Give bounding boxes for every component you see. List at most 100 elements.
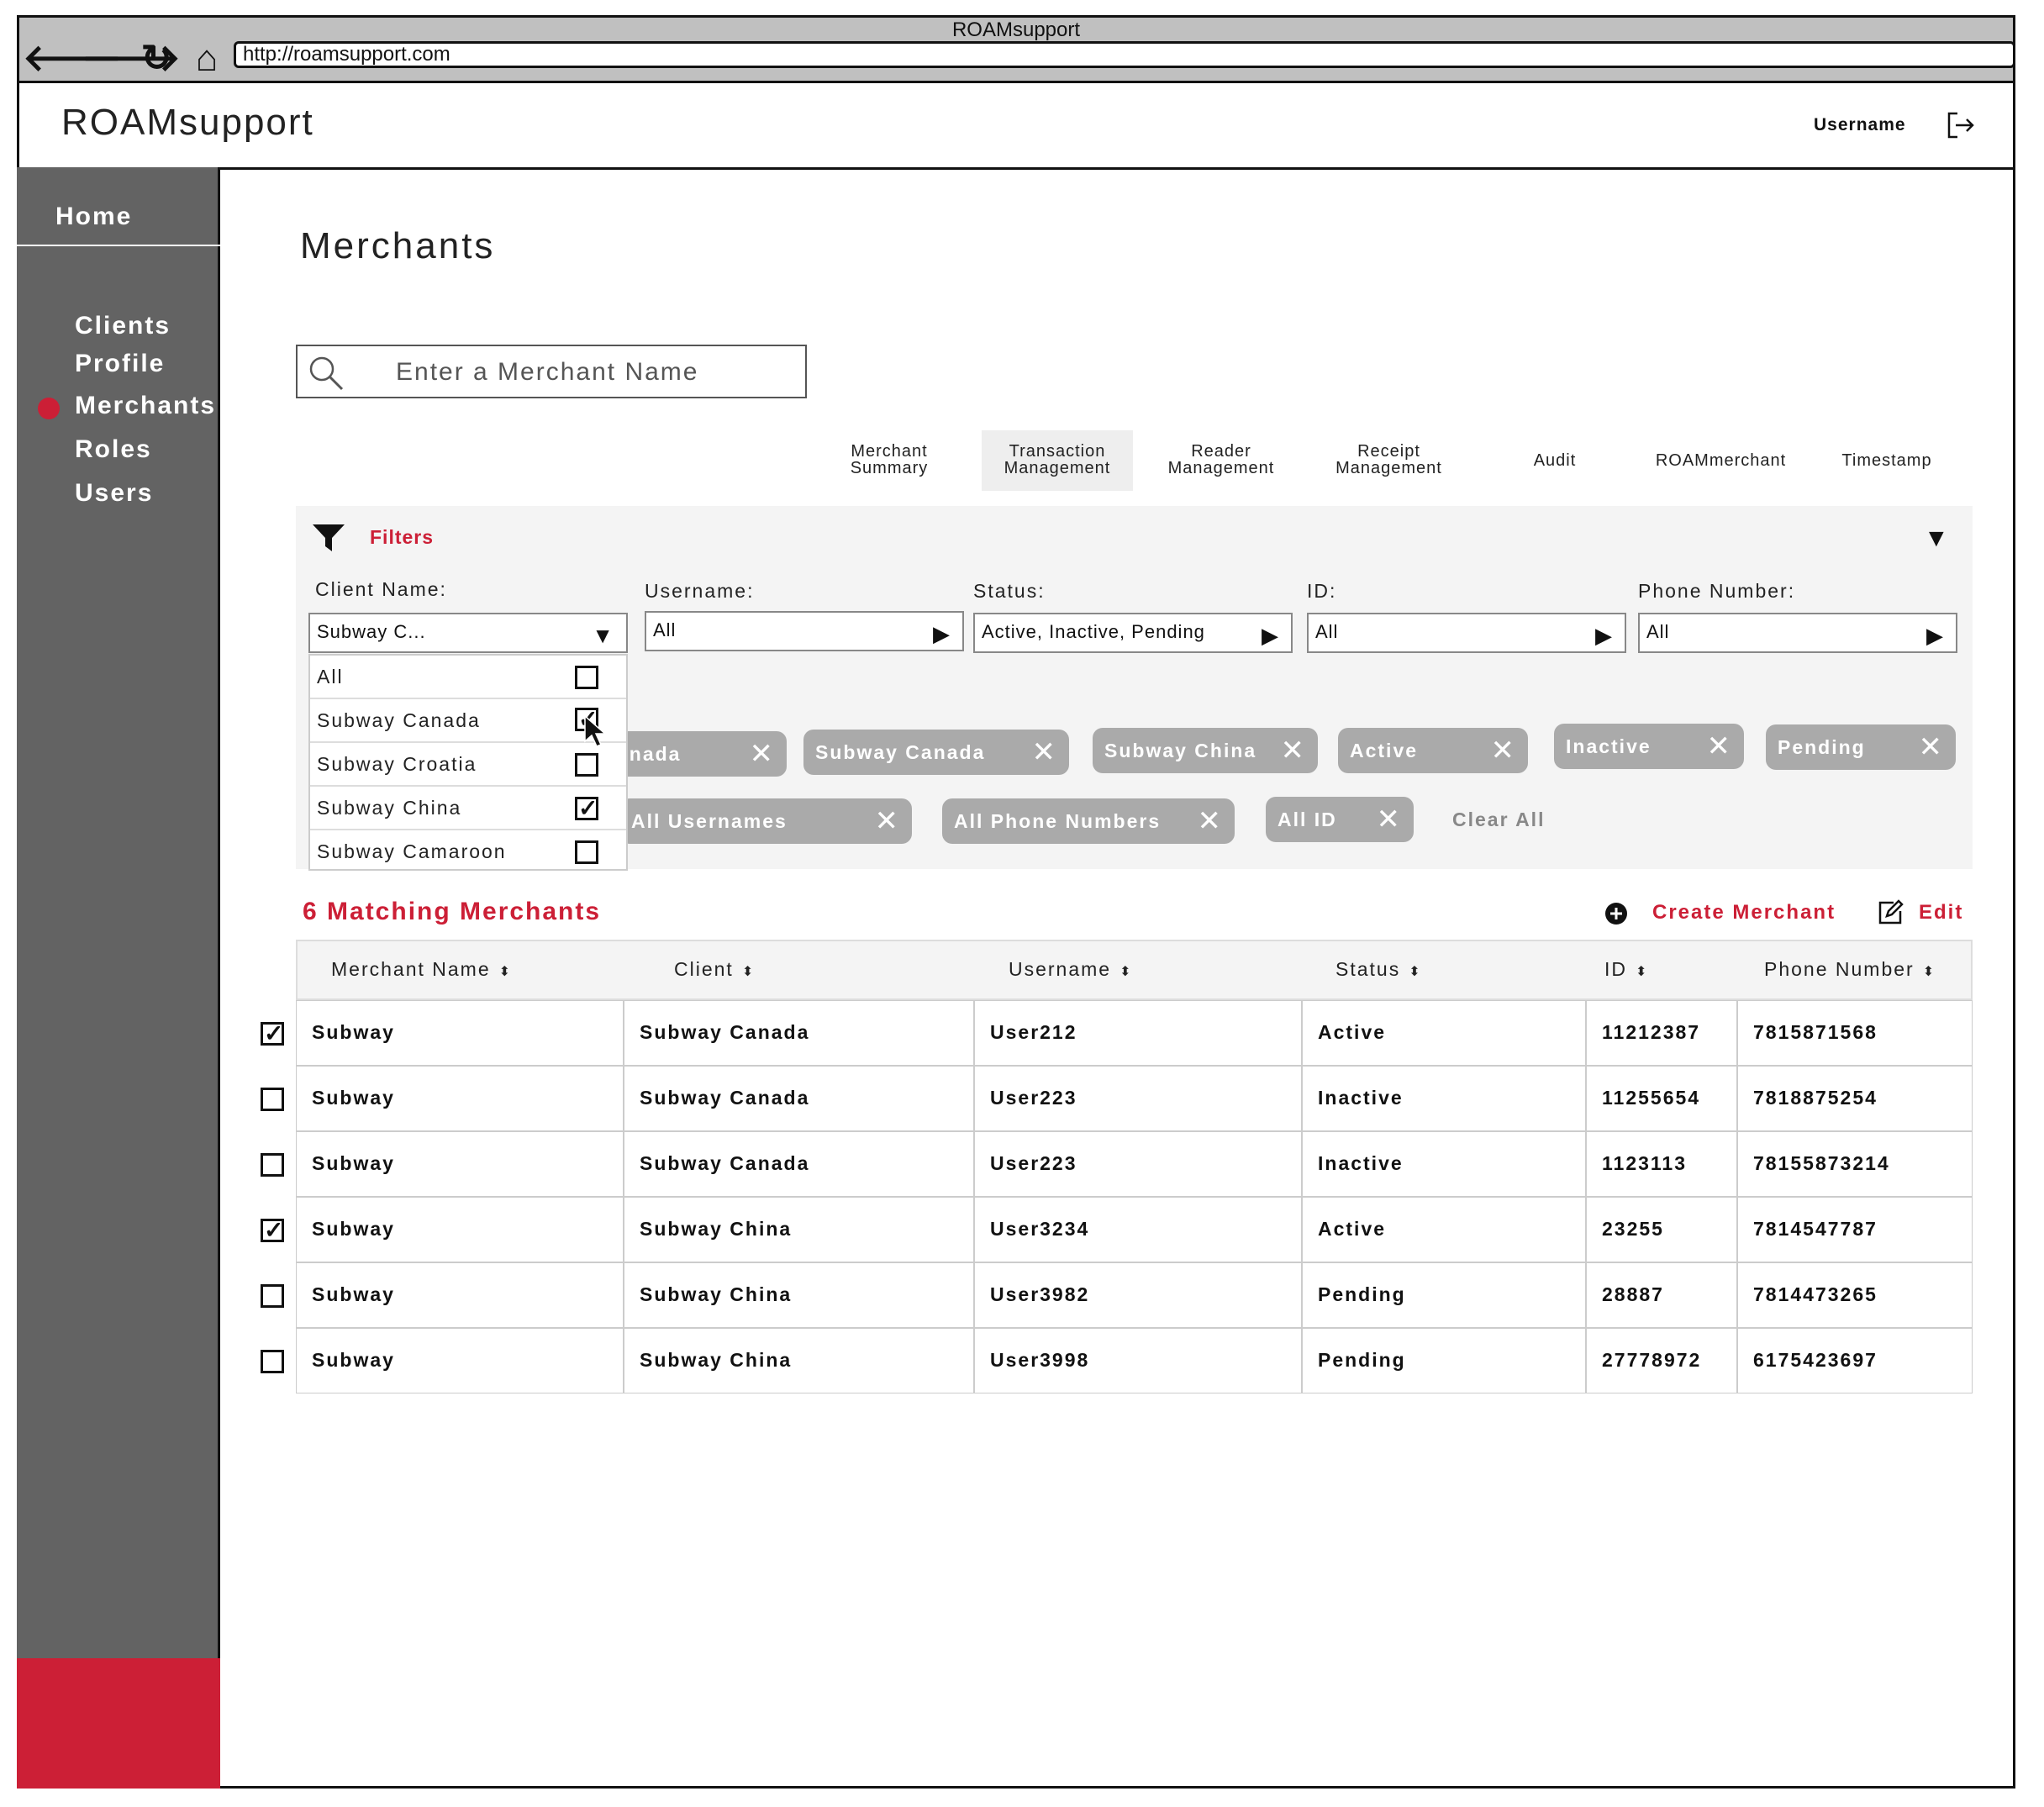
filter-chip[interactable]: All Phone Numbers ✕: [942, 798, 1235, 844]
cell-text: User3998: [990, 1349, 1090, 1371]
logout-icon[interactable]: [1944, 108, 1978, 142]
chip-label: All Usernames: [631, 810, 788, 832]
sidebar-item-users[interactable]: Users: [75, 479, 153, 508]
dropdown-option[interactable]: Subway Camaroon: [310, 830, 626, 874]
tab-merchant-summary[interactable]: Merchant Summary: [830, 443, 948, 477]
table-row[interactable]: Subway Subway Canada User223 Inactive 11…: [261, 1066, 1973, 1131]
table-row[interactable]: Subway Subway Canada User223 Inactive 11…: [261, 1131, 1973, 1197]
tab-roammerchant[interactable]: ROAMmerchant: [1643, 452, 1799, 469]
id-select[interactable]: All ▶: [1307, 613, 1626, 653]
checkbox[interactable]: [575, 753, 598, 777]
cell-text: 11212387: [1602, 1021, 1701, 1043]
cell-client: Subway China: [624, 1262, 974, 1328]
close-icon[interactable]: ✕: [1707, 724, 1733, 769]
table-row[interactable]: Subway Subway Canada User212 Active 1121…: [261, 1000, 1973, 1066]
forward-icon[interactable]: 🡒: [82, 40, 181, 78]
cell-phone: 78155873214: [1737, 1131, 1973, 1197]
sidebar-item-home[interactable]: Home: [55, 203, 132, 231]
dropdown-option[interactable]: Subway China: [310, 787, 626, 830]
url-bar[interactable]: http://roamsupport.com: [234, 41, 2015, 68]
row-checkbox[interactable]: [261, 1284, 284, 1308]
page-title: Merchants: [300, 225, 496, 266]
checkbox[interactable]: [575, 666, 598, 689]
reload-icon[interactable]: ↻: [137, 40, 176, 78]
column-header-phone-number[interactable]: Phone Number ⬍: [1764, 958, 1936, 981]
cell-status: Inactive: [1302, 1066, 1586, 1131]
tab-receipt-management[interactable]: Receipt Management: [1324, 443, 1454, 477]
close-icon[interactable]: ✕: [1919, 724, 1945, 770]
cell-username: User3234: [974, 1197, 1302, 1262]
option-label: All: [317, 666, 344, 688]
client-name-select[interactable]: Subway C... ▼: [308, 613, 628, 653]
filter-chip[interactable]: Pending ✕: [1766, 724, 1956, 770]
tab-timestamp[interactable]: Timestamp: [1824, 452, 1950, 469]
filter-chip[interactable]: anada ✕: [605, 731, 787, 777]
sidebar-item-clients[interactable]: Clients: [75, 312, 171, 340]
filter-chip[interactable]: All ID ✕: [1266, 797, 1414, 842]
sort-icon[interactable]: ⬍: [742, 965, 755, 979]
sort-icon[interactable]: ⬍: [499, 965, 512, 979]
column-header-id[interactable]: ID ⬍: [1604, 958, 1648, 981]
column-header-merchant-name[interactable]: Merchant Name ⬍: [331, 958, 512, 981]
phone-select[interactable]: All ▶: [1638, 613, 1957, 653]
clear-all-link[interactable]: Clear All: [1452, 809, 1545, 831]
tab-audit[interactable]: Audit: [1513, 452, 1597, 469]
search-box[interactable]: [296, 345, 807, 398]
status-select[interactable]: Active, Inactive, Pending ▶: [973, 613, 1293, 653]
row-checkbox[interactable]: [261, 1216, 284, 1244]
filter-chip[interactable]: All Usernames ✕: [619, 798, 912, 844]
edit-button[interactable]: Edit: [1919, 901, 1963, 925]
close-icon[interactable]: ✕: [1032, 730, 1058, 775]
row-checkbox[interactable]: [261, 1350, 284, 1373]
sidebar-footer: [17, 1658, 220, 1789]
close-icon[interactable]: ✕: [1198, 798, 1224, 844]
close-icon[interactable]: ✕: [875, 798, 901, 844]
sort-icon[interactable]: ⬍: [1636, 965, 1648, 979]
search-input[interactable]: [394, 353, 793, 392]
column-header-username[interactable]: Username ⬍: [1009, 958, 1133, 981]
filter-chip[interactable]: Subway Canada ✕: [803, 730, 1069, 775]
table-row[interactable]: Subway Subway China User3234 Active 2325…: [261, 1197, 1973, 1262]
tab-transaction-management[interactable]: Transaction Management: [982, 443, 1133, 477]
filter-chip[interactable]: Inactive ✕: [1554, 724, 1744, 769]
home-icon[interactable]: ⌂: [187, 40, 226, 78]
checkbox[interactable]: [575, 794, 599, 822]
dropdown-option[interactable]: All: [310, 656, 626, 699]
username-label[interactable]: Username: [1814, 115, 1906, 135]
collapse-icon[interactable]: ▼: [1924, 524, 1949, 553]
close-icon[interactable]: ✕: [750, 731, 776, 777]
close-icon[interactable]: ✕: [1377, 797, 1403, 842]
sidebar-item-merchants[interactable]: Merchants: [75, 392, 216, 420]
edit-icon[interactable]: [1877, 899, 1904, 926]
header-label: Merchant Name: [331, 958, 491, 980]
column-header-client[interactable]: Client ⬍: [674, 958, 755, 981]
row-checkbox[interactable]: [261, 1153, 284, 1177]
username-select[interactable]: All ▶: [645, 611, 964, 651]
column-header-status[interactable]: Status ⬍: [1335, 958, 1422, 981]
row-checkbox[interactable]: [261, 1088, 284, 1111]
back-icon[interactable]: 🡐: [23, 40, 122, 78]
close-icon[interactable]: ✕: [1281, 728, 1307, 773]
plus-circle-icon[interactable]: [1604, 901, 1629, 926]
chip-label: All Phone Numbers: [954, 810, 1162, 832]
table-row[interactable]: Subway Subway China User3998 Pending 277…: [261, 1328, 1973, 1393]
dropdown-option[interactable]: Subway Croatia: [310, 743, 626, 787]
chip-label: All ID: [1278, 809, 1337, 830]
filter-chip[interactable]: Subway China ✕: [1093, 728, 1318, 773]
create-merchant-button[interactable]: Create Merchant: [1652, 901, 1836, 925]
sidebar-item-profile[interactable]: Profile: [75, 350, 165, 378]
row-checkbox[interactable]: [261, 1019, 284, 1047]
close-icon[interactable]: ✕: [1491, 728, 1517, 773]
cell-status: Inactive: [1302, 1131, 1586, 1197]
sort-icon[interactable]: ⬍: [1923, 965, 1936, 979]
filters-title[interactable]: Filters: [370, 526, 434, 549]
sidebar-item-roles[interactable]: Roles: [75, 435, 152, 464]
filter-chip[interactable]: Active ✕: [1338, 728, 1528, 773]
sort-icon[interactable]: ⬍: [1119, 965, 1132, 979]
sort-icon[interactable]: ⬍: [1409, 965, 1421, 979]
id-filter-value: All: [1315, 621, 1339, 642]
checkbox[interactable]: [575, 840, 598, 864]
tab-reader-management[interactable]: Reader Management: [1158, 443, 1284, 477]
dropdown-option[interactable]: Subway Canada: [310, 699, 626, 743]
table-row[interactable]: Subway Subway China User3982 Pending 288…: [261, 1262, 1973, 1328]
